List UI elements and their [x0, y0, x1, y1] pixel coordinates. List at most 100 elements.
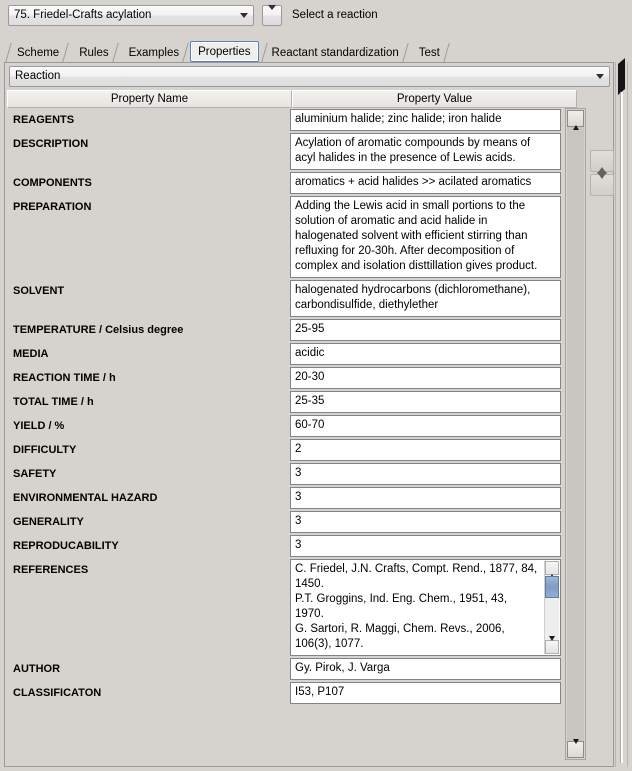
scrollbar-track[interactable]: [567, 110, 584, 758]
property-value-field[interactable]: 3: [290, 463, 561, 485]
table-row[interactable]: REPRODUCABILITY3: [7, 534, 563, 558]
chevron-down-icon[interactable]: [235, 6, 253, 25]
property-name-cell: COMPONENTS: [7, 171, 290, 190]
property-value-field[interactable]: 25-95: [290, 319, 561, 341]
property-name-cell: YIELD / %: [7, 414, 290, 433]
property-value-field[interactable]: 2: [290, 439, 561, 461]
reaction-select-value: 75. Friedel-Crafts acylation: [14, 6, 235, 25]
table-row[interactable]: REACTION TIME / h20-30: [7, 366, 563, 390]
panel-bottom-edge: [4, 767, 614, 771]
table-row[interactable]: SOLVENThalogenated hydrocarbons (dichlor…: [7, 279, 563, 318]
pane-splitter[interactable]: [615, 62, 628, 767]
properties-panel: Reaction Property Name Property Value RE…: [4, 62, 614, 767]
property-value-field[interactable]: C. Friedel, J.N. Crafts, Compt. Rend., 1…: [290, 559, 561, 656]
select-reaction-hint: Select a reaction: [292, 5, 378, 26]
property-name-cell: PREPARATION: [7, 195, 290, 214]
property-value-field[interactable]: Adding the Lewis acid in small portions …: [290, 196, 561, 278]
splitter-grip[interactable]: [620, 92, 623, 763]
move-down-button[interactable]: [590, 174, 614, 196]
property-value-field[interactable]: 20-30: [290, 367, 561, 389]
tab-label: Properties: [198, 46, 250, 58]
tab-scheme[interactable]: Scheme: [6, 42, 68, 63]
property-value-field[interactable]: I53, P107: [290, 682, 561, 704]
table-row[interactable]: SAFETY3: [7, 462, 563, 486]
table-row[interactable]: AUTHORGy. Pirok, J. Varga: [7, 657, 563, 681]
tab-label: Reactant standardization: [272, 47, 399, 59]
table-row[interactable]: REFERENCESC. Friedel, J.N. Crafts, Compt…: [7, 558, 563, 657]
table-row[interactable]: ENVIRONMENTAL HAZARD3: [7, 486, 563, 510]
references-scrollbar[interactable]: [544, 561, 559, 654]
tab-label: Rules: [79, 47, 108, 59]
table-row[interactable]: GENERALITY3: [7, 510, 563, 534]
property-scope-select[interactable]: Reaction: [9, 66, 610, 87]
property-value-field[interactable]: aluminium halide; zinc halide; iron hali…: [290, 109, 561, 131]
property-scope-value: Reaction: [15, 67, 591, 86]
tab-bar: Scheme Rules Examples Properties Reactan…: [0, 39, 632, 63]
property-name-cell: TEMPERATURE / Celsius degree: [7, 318, 290, 337]
property-name-cell: AUTHOR: [7, 657, 290, 676]
table-row[interactable]: YIELD / %60-70: [7, 414, 563, 438]
property-value-field[interactable]: 3: [290, 535, 561, 557]
table-row[interactable]: TEMPERATURE / Celsius degree25-95: [7, 318, 563, 342]
references-scroll-down-button[interactable]: [545, 640, 559, 654]
property-table-header: Property Name Property Value: [7, 90, 577, 108]
property-name-cell: REAGENTS: [7, 108, 290, 127]
row-reorder-controls: [590, 150, 614, 198]
table-row[interactable]: PREPARATIONAdding the Lewis acid in smal…: [7, 195, 563, 279]
table-row[interactable]: DIFFICULTY2: [7, 438, 563, 462]
property-list-scrollbar[interactable]: [565, 108, 586, 760]
chevron-down-icon: [268, 10, 276, 22]
scroll-down-button[interactable]: [567, 741, 584, 758]
property-name-cell: MEDIA: [7, 342, 290, 361]
move-up-button[interactable]: [590, 150, 614, 172]
triangle-down-icon: [597, 179, 607, 191]
property-name-cell: CLASSIFICATON: [7, 681, 290, 700]
property-value-field[interactable]: 60-70: [290, 415, 561, 437]
property-name-cell: SOLVENT: [7, 279, 290, 298]
property-value-field[interactable]: Gy. Pirok, J. Varga: [290, 658, 561, 680]
triangle-up-icon: [573, 113, 579, 125]
reaction-history-button[interactable]: [262, 5, 282, 26]
triangle-up-icon: [597, 155, 607, 167]
tab-properties[interactable]: Properties: [190, 41, 258, 62]
references-scroll-thumb[interactable]: [545, 576, 559, 598]
property-name-cell: DIFFICULTY: [7, 438, 290, 457]
chevron-down-icon[interactable]: [591, 67, 609, 86]
tab-rules[interactable]: Rules: [68, 42, 117, 63]
tab-examples[interactable]: Examples: [118, 42, 189, 63]
table-row[interactable]: DESCRIPTIONAcylation of aromatic compoun…: [7, 132, 563, 171]
triangle-right-icon: [618, 77, 625, 89]
property-value-field[interactable]: halogenated hydrocarbons (dichloromethan…: [290, 280, 561, 317]
table-row[interactable]: MEDIAacidic: [7, 342, 563, 366]
property-value-field[interactable]: 3: [290, 487, 561, 509]
property-name-cell: GENERALITY: [7, 510, 290, 529]
triangle-down-icon: [573, 744, 579, 756]
column-header-property-value[interactable]: Property Value: [292, 90, 577, 108]
tab-label: Examples: [129, 47, 180, 59]
scroll-up-button[interactable]: [567, 110, 584, 127]
property-value-field[interactable]: acidic: [290, 343, 561, 365]
property-value-field[interactable]: 25-35: [290, 391, 561, 413]
toolbar: 75. Friedel-Crafts acylation Select a re…: [0, 0, 632, 33]
property-value-field[interactable]: Acylation of aromatic compounds by means…: [290, 133, 561, 170]
reaction-select[interactable]: 75. Friedel-Crafts acylation: [8, 5, 254, 26]
table-row[interactable]: COMPONENTSaromatics + acid halides >> ac…: [7, 171, 563, 195]
property-value-field[interactable]: aromatics + acid halides >> acilated aro…: [290, 172, 561, 194]
table-row[interactable]: TOTAL TIME / h25-35: [7, 390, 563, 414]
table-row[interactable]: CLASSIFICATONI53, P107: [7, 681, 563, 705]
property-name-cell: ENVIRONMENTAL HAZARD: [7, 486, 290, 505]
triangle-down-icon: [549, 640, 555, 655]
table-row[interactable]: REAGENTSaluminium halide; zinc halide; i…: [7, 108, 563, 132]
column-header-property-name[interactable]: Property Name: [7, 90, 292, 108]
tab-label: Test: [419, 47, 440, 59]
property-value-field[interactable]: 3: [290, 511, 561, 533]
triangle-up-icon: [549, 561, 555, 576]
tab-label: Scheme: [17, 47, 59, 59]
property-name-cell: TOTAL TIME / h: [7, 390, 290, 409]
tab-test[interactable]: Test: [408, 42, 449, 63]
property-name-cell: REPRODUCABILITY: [7, 534, 290, 553]
tab-reactant-standardization[interactable]: Reactant standardization: [261, 42, 408, 63]
references-scroll-up-button[interactable]: [545, 561, 559, 575]
property-name-cell: REACTION TIME / h: [7, 366, 290, 385]
splitter-expand-right-button[interactable]: [617, 77, 625, 88]
